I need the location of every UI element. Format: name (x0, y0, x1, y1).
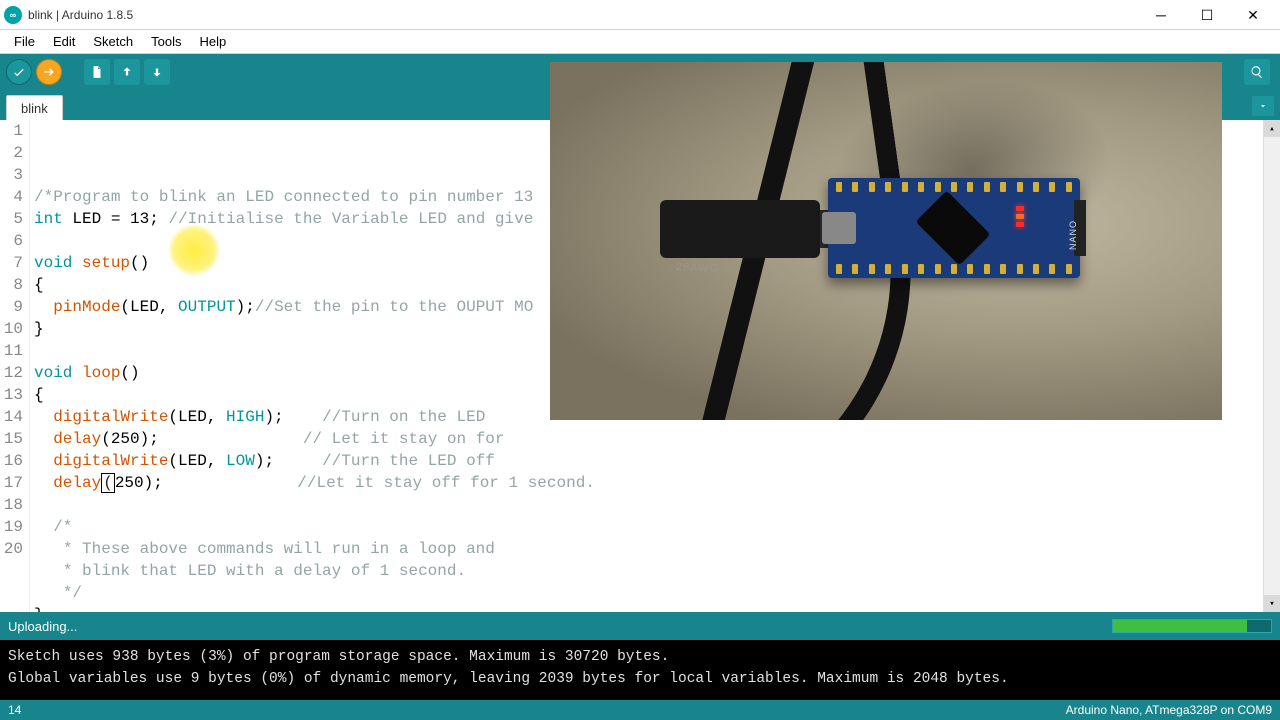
arrow-up-icon (120, 65, 134, 79)
titlebar: ∞ blink | Arduino 1.8.5 ─ ☐ ✕ (0, 0, 1280, 30)
usb-cable-label: 28AWG (676, 261, 720, 274)
status-bar: Uploading... (0, 612, 1280, 640)
arduino-nano-board: NANO (828, 178, 1080, 278)
upload-button[interactable] (36, 59, 62, 85)
line-number-indicator: 14 (8, 703, 21, 717)
arduino-app-icon: ∞ (4, 6, 22, 24)
new-sketch-button[interactable] (84, 59, 110, 85)
console-line: Sketch uses 938 bytes (3%) of program st… (8, 649, 669, 665)
tab-menu-dropdown[interactable] (1252, 96, 1274, 116)
arrow-right-icon (42, 65, 56, 79)
open-sketch-button[interactable] (114, 59, 140, 85)
board-label: NANO (1068, 220, 1078, 250)
verify-button[interactable] (6, 59, 32, 85)
rx-led-icon (1016, 214, 1024, 219)
menu-edit[interactable]: Edit (45, 32, 83, 51)
board-port-indicator: Arduino Nano, ATmega328P on COM9 (1066, 703, 1272, 717)
upload-progress (1112, 619, 1272, 633)
menubar: File Edit Sketch Tools Help (0, 30, 1280, 54)
vertical-scrollbar[interactable]: ▴ ▾ (1263, 120, 1280, 612)
menu-sketch[interactable]: Sketch (85, 32, 141, 51)
magnifier-icon (1250, 65, 1264, 79)
camera-overlay: 28AWG NANO (550, 62, 1222, 420)
mcu-chip-icon (916, 191, 991, 266)
menu-tools[interactable]: Tools (143, 32, 189, 51)
save-sketch-button[interactable] (144, 59, 170, 85)
chevron-down-icon (1258, 101, 1268, 111)
maximize-button[interactable]: ☐ (1184, 0, 1230, 30)
line-gutter: 1234567891011121314151617181920 (0, 120, 30, 612)
check-icon (12, 65, 26, 79)
menu-file[interactable]: File (6, 32, 43, 51)
tab-blink[interactable]: blink (6, 95, 63, 120)
tx-led-icon (1016, 206, 1024, 211)
footer-bar: 14 Arduino Nano, ATmega328P on COM9 (0, 700, 1280, 720)
power-led-icon (1016, 222, 1024, 227)
usb-cable-icon (660, 200, 820, 258)
scroll-down-button[interactable]: ▾ (1264, 595, 1280, 612)
file-icon (90, 65, 104, 79)
window-title: blink | Arduino 1.8.5 (28, 8, 1138, 22)
status-text: Uploading... (8, 619, 77, 634)
console-line: Global variables use 9 bytes (0%) of dyn… (8, 671, 1009, 687)
serial-monitor-button[interactable] (1244, 59, 1270, 85)
scroll-up-button[interactable]: ▴ (1264, 120, 1280, 137)
minimize-button[interactable]: ─ (1138, 0, 1184, 30)
output-console[interactable]: Sketch uses 938 bytes (3%) of program st… (0, 640, 1280, 700)
menu-help[interactable]: Help (191, 32, 234, 51)
arrow-down-icon (150, 65, 164, 79)
close-button[interactable]: ✕ (1230, 0, 1276, 30)
